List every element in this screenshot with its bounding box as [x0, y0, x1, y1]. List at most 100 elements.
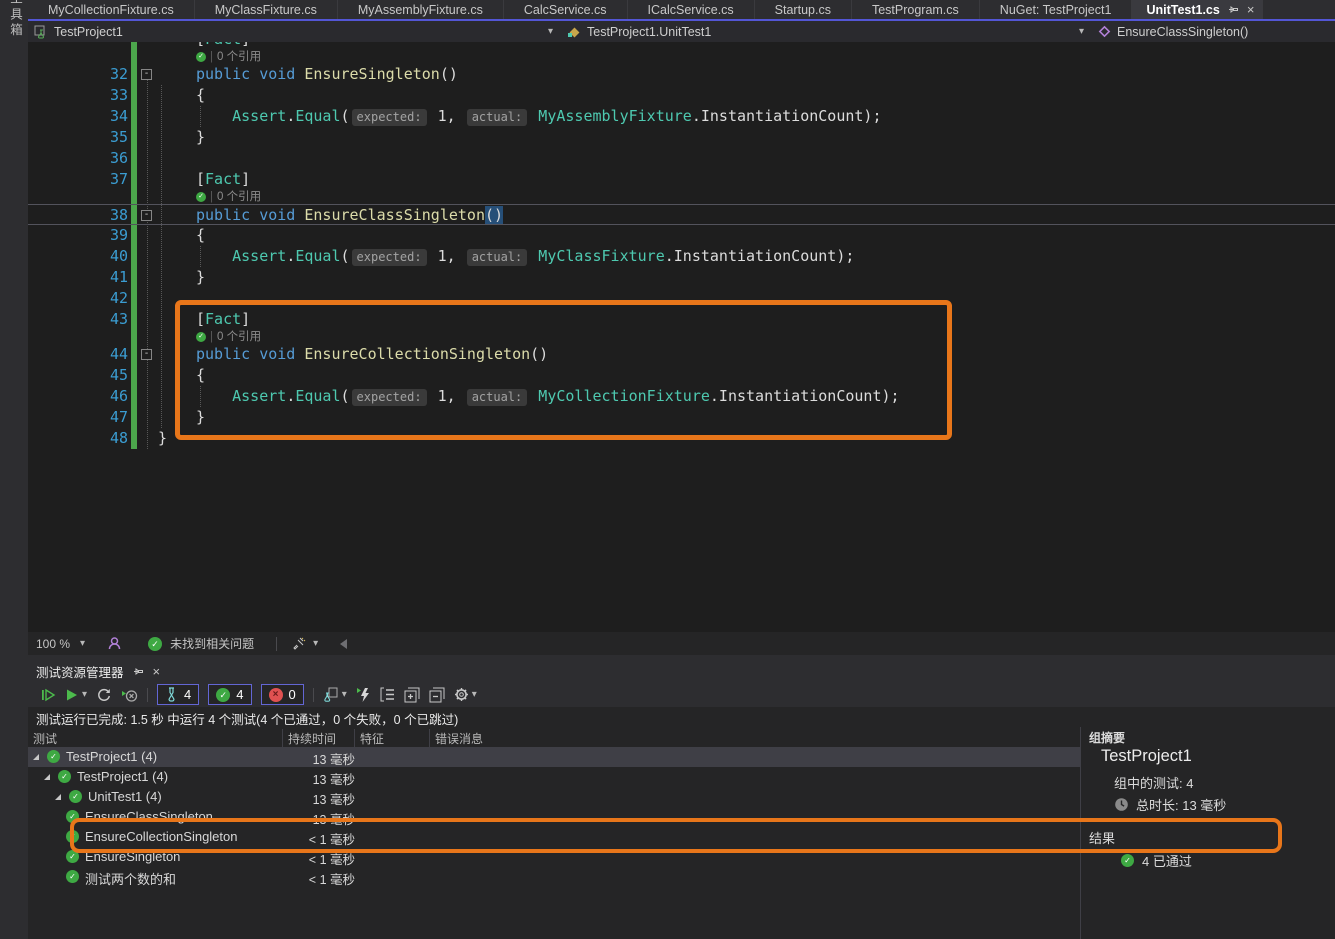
code-token: .InstantiationCount);: [692, 107, 882, 125]
passed-icon: ✓: [66, 810, 79, 823]
code-line-38[interactable]: 38-public void EnsureClassSingleton(): [28, 204, 1335, 225]
codelens-references[interactable]: 0 个引用: [217, 190, 261, 204]
code-line-46[interactable]: 46 Assert.Equal(expected: 1, actual: MyC…: [28, 386, 1335, 407]
tab-label: MyCollectionFixture.cs: [48, 3, 174, 17]
passed-tests-counter[interactable]: ✓ 4: [208, 684, 251, 705]
scroll-left-arrow[interactable]: [340, 639, 347, 649]
pin-icon[interactable]: [1228, 4, 1239, 15]
test-row-EnsureCollectionSingleton[interactable]: ✓EnsureCollectionSingleton< 1 毫秒: [28, 827, 1080, 847]
code-token: [: [196, 310, 205, 328]
live-share-icon[interactable]: [107, 636, 122, 651]
close-icon[interactable]: ×: [153, 665, 161, 678]
code-line-42[interactable]: 42: [28, 288, 1335, 309]
tab-mycollectionfixture-cs[interactable]: MyCollectionFixture.cs: [28, 0, 195, 19]
breadcrumb-project[interactable]: TestProject1 ▾: [28, 21, 561, 42]
tab-label: CalcService.cs: [524, 3, 607, 17]
collapse-all-button[interactable]: [429, 687, 445, 703]
playlist-button[interactable]: ▾: [323, 687, 347, 703]
test-row-TestProject1-4-[interactable]: ✓TestProject1 (4)13 毫秒: [28, 747, 1080, 767]
line-number: 43: [28, 309, 128, 330]
tab-myassemblyfixture-cs[interactable]: MyAssemblyFixture.cs: [338, 0, 504, 19]
column-header-test[interactable]: 测试: [28, 729, 283, 748]
code-line-40[interactable]: 40 Assert.Equal(expected: 1, actual: MyC…: [28, 246, 1335, 267]
code-cleanup-icon[interactable]: [291, 636, 307, 652]
line-number: 48: [28, 428, 128, 449]
breadcrumb-type[interactable]: TestProject1.UnitTest1 ▾: [561, 21, 1092, 42]
chevron-down-icon[interactable]: ▾: [82, 689, 87, 700]
code-line-33[interactable]: 33{: [28, 85, 1335, 106]
code-line-44[interactable]: 44-public void EnsureCollectionSingleton…: [28, 344, 1335, 365]
tab-nuget-testproject1[interactable]: NuGet: TestProject1: [980, 0, 1133, 19]
column-header-duration[interactable]: 持续时间: [283, 729, 355, 748]
chevron-down-icon[interactable]: ▾: [548, 26, 553, 37]
code-line-37[interactable]: 37[Fact]: [28, 169, 1335, 190]
chevron-down-icon[interactable]: ▾: [1079, 26, 1084, 37]
expander-icon[interactable]: [55, 794, 61, 800]
code-line-39[interactable]: 39{: [28, 225, 1335, 246]
tab-calcservice-cs[interactable]: CalcService.cs: [504, 0, 628, 19]
codelens-line: ✓|0 个引用: [28, 330, 1335, 344]
panel-splitter[interactable]: [28, 655, 1335, 660]
code-line-36[interactable]: 36: [28, 148, 1335, 169]
failed-tests-counter[interactable]: × 0: [261, 684, 304, 705]
code-line-43[interactable]: 43[Fact]: [28, 309, 1335, 330]
tab-label: TestProgram.cs: [872, 3, 959, 17]
code-line-41[interactable]: 41}: [28, 267, 1335, 288]
breadcrumb-member[interactable]: EnsureClassSingleton(): [1092, 21, 1335, 42]
group-by-button[interactable]: [380, 687, 395, 702]
column-header-traits[interactable]: 特征: [355, 729, 430, 748]
expand-all-button[interactable]: [404, 687, 420, 703]
run-failed-tests-button[interactable]: [356, 687, 371, 703]
test-row-EnsureSingleton[interactable]: ✓EnsureSingleton< 1 毫秒: [28, 847, 1080, 867]
code-token: Assert: [232, 387, 286, 405]
test-row-TestProject1-4-[interactable]: ✓TestProject1 (4)13 毫秒: [28, 767, 1080, 787]
code-line-34[interactable]: 34 Assert.Equal(expected: 1, actual: MyA…: [28, 106, 1335, 127]
code-line-35[interactable]: 35}: [28, 127, 1335, 148]
test-row-EnsureClassSingleton[interactable]: ✓EnsureClassSingleton13 毫秒: [28, 807, 1080, 827]
test-run-summary: 测试运行已完成: 1.5 秒 中运行 4 个测试(4 个已通过，0 个失败，0 …: [28, 707, 1335, 729]
chevron-down-icon[interactable]: ▾: [80, 638, 85, 649]
summary-total-duration: 总时长: 13 毫秒: [1114, 795, 1226, 814]
cancel-run-button[interactable]: [121, 687, 138, 703]
expander-icon[interactable]: [33, 754, 39, 760]
code-line-45[interactable]: 45{: [28, 365, 1335, 386]
run-all-tests-button[interactable]: [40, 687, 56, 703]
chevron-down-icon[interactable]: ▾: [313, 638, 318, 649]
code-token: ]: [241, 310, 250, 328]
zoom-level-select[interactable]: 100 %: [36, 637, 70, 651]
health-message[interactable]: 未找到相关问题: [170, 635, 254, 652]
expander-icon[interactable]: [44, 774, 50, 780]
total-tests-counter[interactable]: 4: [157, 684, 199, 705]
tab-icalcservice-cs[interactable]: ICalcService.cs: [628, 0, 755, 19]
chevron-down-icon[interactable]: ▾: [342, 689, 347, 700]
run-button[interactable]: ▾: [65, 688, 87, 702]
codelens-references[interactable]: 0 个引用: [217, 330, 261, 344]
pin-icon[interactable]: [133, 666, 144, 677]
test-row-UnitTest1-4-[interactable]: ✓UnitTest1 (4)13 毫秒: [28, 787, 1080, 807]
toolbox-vertical-tab[interactable]: 工具箱: [6, 0, 25, 39]
code-line-47[interactable]: 47}: [28, 407, 1335, 428]
code-line-32[interactable]: 32-public void EnsureSingleton(): [28, 64, 1335, 85]
fold-collapse-box[interactable]: -: [141, 349, 152, 360]
code-token: [: [196, 42, 205, 48]
method-icon: [1098, 25, 1111, 38]
passed-icon: ✓: [216, 688, 230, 702]
test-explorer-title[interactable]: 测试资源管理器: [36, 662, 124, 681]
code-token: {: [196, 226, 205, 244]
code-editor[interactable]: [Fact]✓|0 个引用32-public void EnsureSingle…: [28, 42, 1335, 632]
fold-collapse-box[interactable]: -: [141, 69, 152, 80]
chevron-down-icon[interactable]: ▾: [472, 689, 477, 700]
repeat-last-run-button[interactable]: [96, 687, 112, 703]
test-row-测试两个数的和[interactable]: ✓测试两个数的和< 1 毫秒: [28, 867, 1080, 887]
test-duration: < 1 毫秒: [283, 849, 359, 868]
codelens-references[interactable]: 0 个引用: [217, 50, 261, 64]
settings-button[interactable]: ▾: [454, 687, 477, 702]
close-icon[interactable]: ×: [1247, 3, 1255, 16]
tab-testprogram-cs[interactable]: TestProgram.cs: [852, 0, 980, 19]
fold-collapse-box[interactable]: -: [141, 210, 152, 221]
summary-tests-in-group: 组中的测试: 4: [1114, 773, 1193, 792]
tab-startup-cs[interactable]: Startup.cs: [755, 0, 852, 19]
tab-myclassfixture-cs[interactable]: MyClassFixture.cs: [195, 0, 338, 19]
code-line-48[interactable]: 48}: [28, 428, 1335, 449]
tab-unittest1-cs[interactable]: UnitTest1.cs×: [1132, 0, 1263, 19]
